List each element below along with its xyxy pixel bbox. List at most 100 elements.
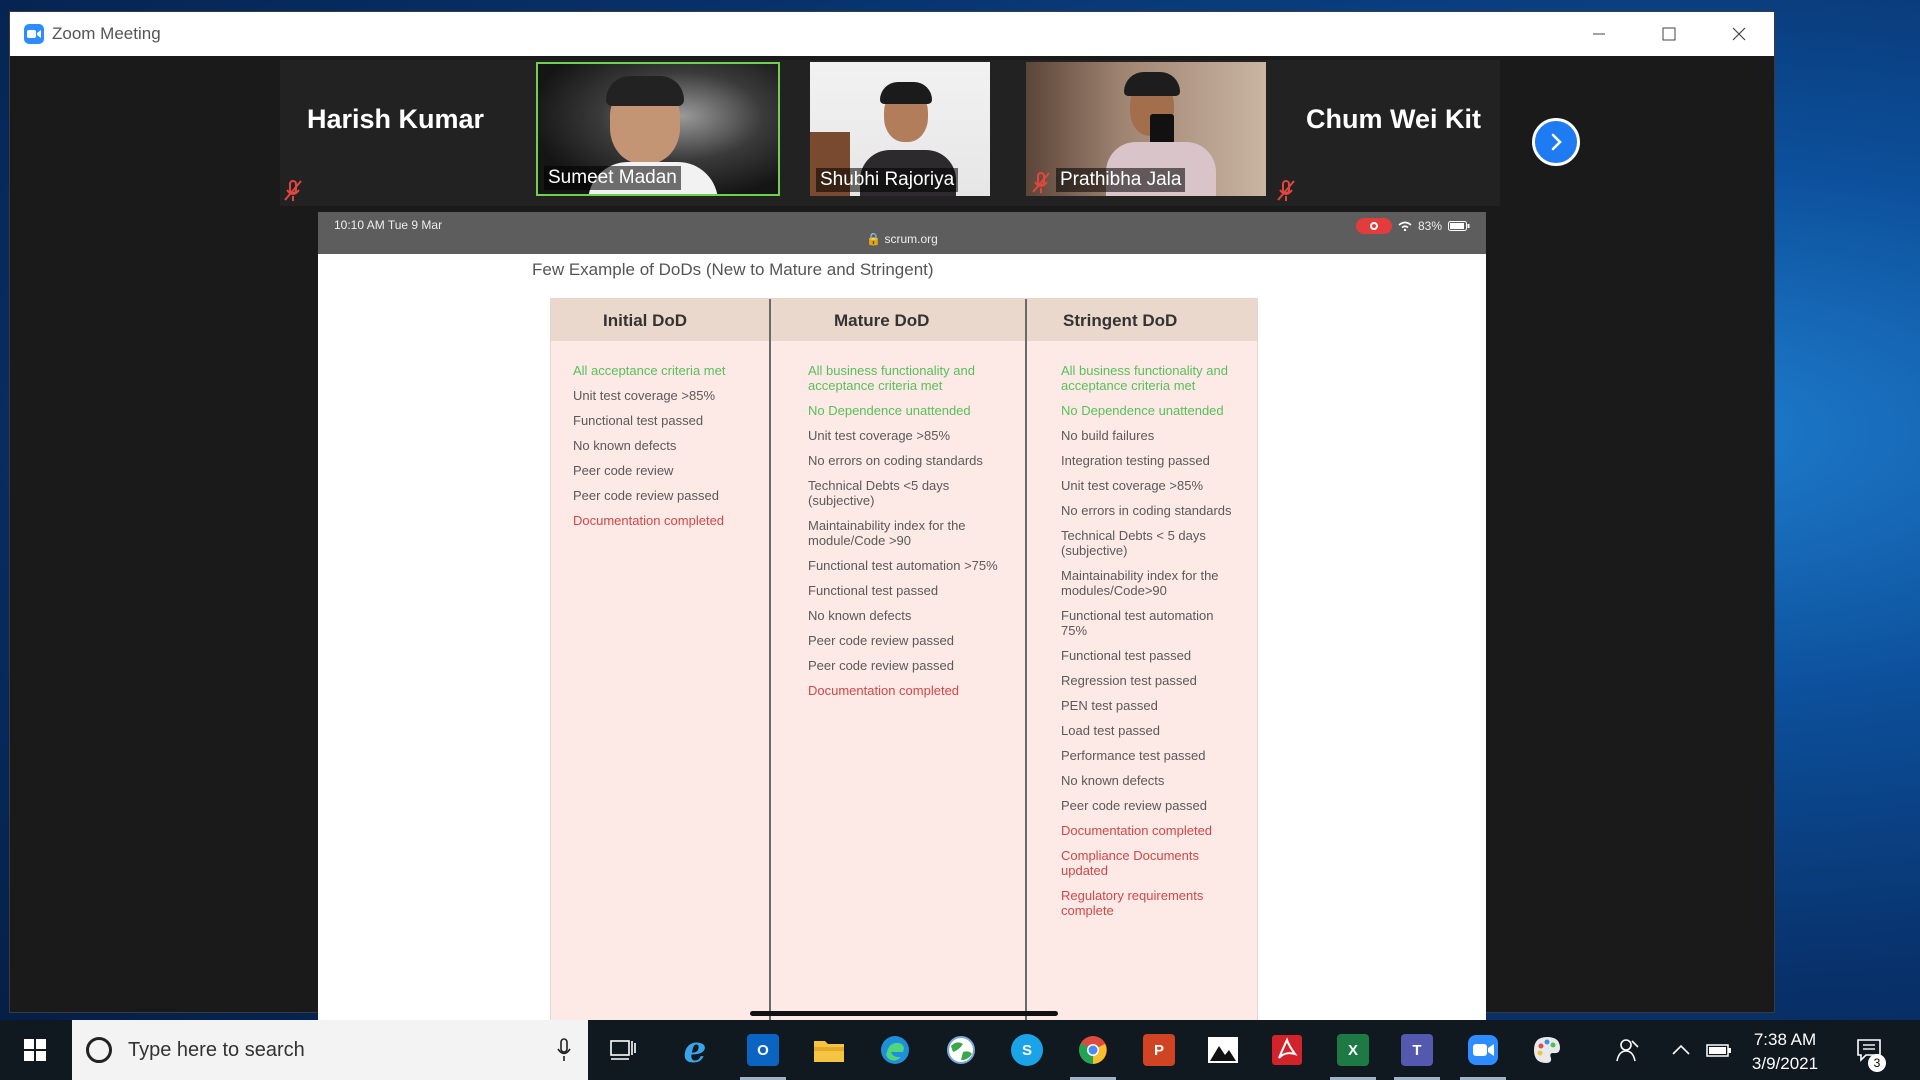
outlook-button[interactable]: O	[744, 1031, 782, 1069]
taskbar: Type here to search e O S P X T 7:38 AM …	[0, 1020, 1920, 1080]
participant-hair	[606, 76, 684, 106]
maximize-icon	[1662, 27, 1676, 41]
dod-item: Functional test passed	[1061, 648, 1192, 663]
shared-screen[interactable]: 10:10 AM Tue 9 Mar 🔒 scrum.org 83% Few E…	[318, 212, 1486, 1023]
photos-button[interactable]	[1204, 1031, 1242, 1069]
show-hidden-icons-button[interactable]	[1662, 1031, 1700, 1069]
dod-item: All business functionality and acceptanc…	[1061, 363, 1228, 393]
next-participants-button[interactable]	[1532, 118, 1580, 166]
internet-explorer-icon: e	[683, 1029, 707, 1071]
zoom-icon	[1468, 1035, 1498, 1065]
battery-icon	[1706, 1044, 1731, 1057]
file-explorer-button[interactable]	[810, 1031, 848, 1069]
acrobat-icon	[1272, 1035, 1302, 1065]
dod-item: Unit test coverage >85%	[808, 428, 950, 443]
dod-item: No errors in coding standards	[1061, 503, 1232, 518]
system-clock[interactable]: 7:38 AM 3/9/2021	[1740, 1028, 1830, 1076]
column-divider	[769, 299, 771, 1023]
maximize-button[interactable]	[1634, 12, 1704, 56]
title-bar[interactable]: Zoom Meeting	[10, 12, 1774, 56]
dod-item: Functional test automation >75%	[808, 558, 998, 573]
dod-item: Documentation completed	[573, 513, 725, 528]
taskbar-search[interactable]: Type here to search	[72, 1020, 588, 1080]
participant-hair	[880, 82, 932, 104]
zoom-button[interactable]	[1464, 1031, 1502, 1069]
dod-item: Compliance Documents updated	[1061, 848, 1200, 878]
mic-muted-icon	[1277, 180, 1295, 201]
cortana-icon	[86, 1037, 112, 1063]
windows-logo-icon	[24, 1039, 46, 1061]
participant-strip: Harish Kumar Sumeet Madan Shubhi Rajoriy…	[280, 60, 1500, 206]
ipad-time: 10:10 AM Tue 9 Mar	[334, 218, 443, 232]
dod-item: Maintainability index for the modules/Co…	[1061, 568, 1219, 598]
folder-icon	[814, 1041, 844, 1062]
edge-button[interactable]	[876, 1031, 914, 1069]
teams-button[interactable]: T	[1398, 1031, 1436, 1069]
dod-item: No known defects	[808, 608, 912, 623]
dod-item: Documentation completed	[1061, 823, 1213, 838]
microphone-icon[interactable]	[556, 1038, 572, 1062]
dod-item: Peer code review passed	[573, 488, 719, 503]
search-placeholder: Type here to search	[128, 1038, 305, 1061]
paint-button[interactable]	[1528, 1031, 1566, 1069]
column-divider	[1025, 299, 1027, 1023]
video-tile-prathibha[interactable]: Prathibha Jala	[1026, 62, 1266, 196]
notification-count-badge: 3	[1868, 1054, 1886, 1072]
dod-item: Regression test passed	[1061, 673, 1197, 688]
dod-item: Peer code review passed	[808, 633, 954, 648]
excel-button[interactable]: X	[1334, 1031, 1372, 1069]
dod-item: All acceptance criteria met	[573, 363, 726, 378]
dod-item: Unit test coverage >85%	[573, 388, 715, 403]
dod-item: Performance test passed	[1061, 748, 1206, 763]
tile-name: Shubhi Rajoriya	[816, 168, 959, 192]
dod-item: PEN test passed	[1061, 698, 1158, 713]
video-tile-sumeet[interactable]: Sumeet Madan	[536, 62, 780, 196]
internet-explorer-button[interactable]: e	[676, 1029, 714, 1071]
skype-button[interactable]: S	[1008, 1031, 1046, 1069]
initial-dod-list: All acceptance criteria met Unit test cov…	[573, 363, 753, 538]
minimize-button[interactable]	[1564, 12, 1634, 56]
dod-item: Technical Debts <5 days (subjective)	[808, 478, 950, 508]
participant-name-harish[interactable]: Harish Kumar	[307, 104, 484, 135]
dod-item: No errors on coding standards	[808, 453, 983, 468]
stringent-dod-list: All business functionality and acceptanc…	[1061, 363, 1241, 928]
minimize-icon	[1593, 33, 1605, 35]
dod-item: Regulatory requirements complete	[1061, 888, 1204, 918]
dod-item: Load test passed	[1061, 723, 1161, 738]
dod-item: Functional test automation 75%	[1061, 608, 1214, 638]
edge-icon	[881, 1036, 909, 1064]
dod-item: Unit test coverage >85%	[1061, 478, 1203, 493]
chrome-button[interactable]	[1074, 1031, 1112, 1069]
globe-icon	[947, 1036, 975, 1064]
start-button[interactable]	[0, 1020, 70, 1080]
skype-icon: S	[1011, 1034, 1043, 1066]
close-button[interactable]	[1704, 12, 1774, 56]
battery-percent: 83%	[1417, 219, 1442, 233]
scroll-indicator	[750, 1011, 1058, 1016]
participant-name-chum[interactable]: Chum Wei Kit	[1306, 104, 1481, 135]
powerpoint-button[interactable]: P	[1140, 1031, 1178, 1069]
task-view-button[interactable]	[604, 1031, 642, 1069]
tile-name: Prathibha Jala	[1056, 168, 1186, 192]
dod-item: No known defects	[573, 438, 677, 453]
video-tile-shubhi[interactable]: Shubhi Rajoriya	[810, 62, 990, 196]
excel-icon: X	[1337, 1034, 1369, 1066]
teams-icon: T	[1401, 1034, 1433, 1066]
dod-item: Integration testing passed	[1061, 453, 1210, 468]
chevron-right-icon	[1551, 133, 1562, 151]
chevron-up-icon	[1672, 1044, 1690, 1055]
dod-item: No known defects	[1061, 773, 1165, 788]
mug-shape	[1150, 114, 1174, 144]
paint-palette-icon	[1534, 1037, 1560, 1063]
ipad-status-bar: 10:10 AM Tue 9 Mar 🔒 scrum.org 83%	[318, 212, 1486, 254]
people-button[interactable]	[1608, 1031, 1646, 1069]
battery-tray-button[interactable]	[1700, 1031, 1738, 1069]
dod-item: No Dependence unattended	[1061, 403, 1224, 418]
clock-time: 7:38 AM	[1753, 1030, 1817, 1049]
acrobat-button[interactable]	[1268, 1031, 1306, 1069]
zoom-window: Zoom Meeting Harish Kumar Sumeet Madan S…	[10, 12, 1774, 1023]
slide-title: Few Example of DoDs (New to Mature and S…	[532, 260, 934, 279]
globe-app-button[interactable]	[942, 1031, 980, 1069]
task-view-icon	[610, 1040, 636, 1060]
mic-muted-icon	[284, 180, 302, 201]
